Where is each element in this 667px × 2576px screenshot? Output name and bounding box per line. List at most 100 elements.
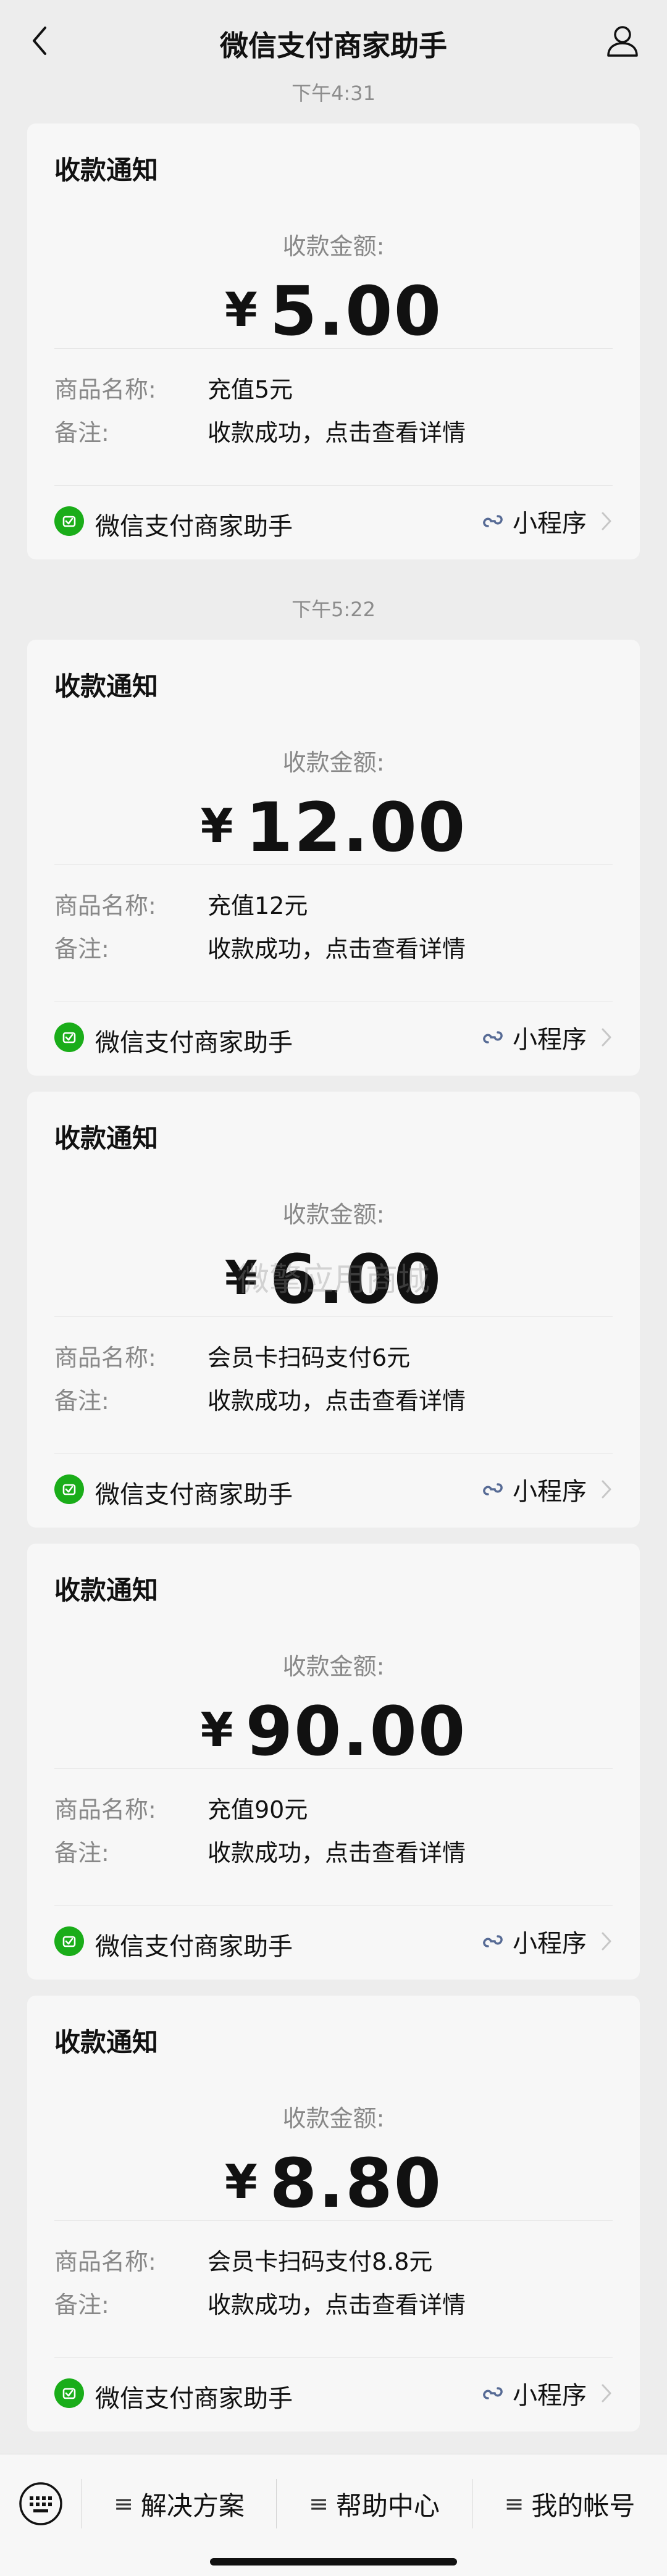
card-footer[interactable]: 微信支付商家助手 小程序 [27,1905,640,1980]
profile-button[interactable] [603,21,642,61]
detail-row-product: 商品名称: 充值12元 [54,887,613,924]
menu-item-solutions[interactable]: ≡ 解决方案 [82,2484,276,2524]
hamburger-icon: ≡ [309,2490,329,2517]
detail-row-remark: 备注: 收款成功，点击查看详情 [54,2286,613,2323]
detail-value: 充值90元 [208,1796,308,1823]
payment-notification-card[interactable]: 收款通知 收款金额: ¥6.00 商品名称: 会员卡扫码支付6元 备注: 收款成… [27,1092,640,1528]
mini-program-label: 小程序 [513,2382,587,2410]
merchant-name: 微信支付商家助手 [95,512,293,541]
merchant-name: 微信支付商家助手 [95,1481,293,1509]
amount-number: 8.80 [269,2144,443,2223]
mini-program-link-icon [483,2387,503,2399]
detail-key: 商品名称: [54,2248,156,2275]
amount-label: 收款金额: [282,2105,385,2132]
menu-item-label: 帮助中心 [335,2490,440,2521]
amount-number: 6.00 [269,1240,443,1319]
card-footer[interactable]: 微信支付商家助手 小程序 [27,1453,640,1528]
chevron-right-icon [602,1028,611,1047]
card-footer[interactable]: 微信支付商家助手 小程序 [27,1002,640,1076]
chevron-right-icon [602,1480,611,1499]
card-footer[interactable]: 微信支付商家助手 小程序 [27,485,640,559]
mini-program-link-icon [483,515,503,527]
amount-value: ¥90.00 [27,1692,640,1771]
top-nav-bar: 微信支付商家助手 [0,0,667,80]
detail-row-product: 商品名称: 会员卡扫码支付6元 [54,1339,613,1376]
detail-row-product: 商品名称: 充值90元 [54,1791,613,1828]
mini-program-link[interactable]: 小程序 [479,1472,613,1507]
wechat-pay-merchant-icon [54,1926,84,1956]
amount-value: ¥6.00 [27,1240,640,1319]
detail-key: 备注: [54,419,109,446]
detail-key: 商品名称: [54,892,156,919]
divider [54,1316,613,1317]
detail-value: 会员卡扫码支付6元 [208,1344,411,1371]
detail-key: 商品名称: [54,1796,156,1823]
divider [54,1768,613,1769]
mini-program-link[interactable]: 小程序 [479,504,613,538]
detail-key: 备注: [54,1387,109,1415]
payment-notification-card[interactable]: 收款通知 收款金额: ¥5.00 商品名称: 充值5元 备注: 收款成功，点击查… [27,123,640,559]
amount-label: 收款金额: [282,1201,385,1228]
keyboard-icon [19,2482,62,2525]
mini-program-link-icon [483,1935,503,1947]
person-icon [607,26,638,57]
message-timestamp: 下午5:22 [292,598,375,621]
keyboard-toggle-button[interactable] [12,2479,69,2528]
home-indicator [210,2558,457,2566]
hamburger-icon: ≡ [504,2490,524,2517]
card-footer[interactable]: 微信支付商家助手 小程序 [27,2357,640,2432]
currency-symbol: ¥ [200,1702,235,1757]
divider [54,348,613,349]
amount-number: 12.00 [245,788,467,867]
divider [54,2220,613,2221]
currency-symbol: ¥ [224,282,259,337]
mini-program-label: 小程序 [513,509,587,538]
currency-symbol: ¥ [224,2154,259,2209]
amount-value: ¥8.80 [27,2144,640,2223]
payment-notification-card[interactable]: 收款通知 收款金额: ¥8.80 商品名称: 会员卡扫码支付8.8元 备注: 收… [27,1996,640,2432]
detail-value: 收款成功，点击查看详情 [208,1839,466,1867]
mini-program-link[interactable]: 小程序 [479,1020,613,1055]
mini-program-label: 小程序 [513,1478,587,1506]
detail-key: 商品名称: [54,376,156,403]
detail-value: 收款成功，点击查看详情 [208,935,466,963]
wechat-pay-merchant-icon [54,2378,84,2408]
amount-number: 5.00 [269,272,443,351]
divider [54,864,613,865]
detail-value: 收款成功，点击查看详情 [208,419,466,446]
menu-item-help-center[interactable]: ≡ 帮助中心 [277,2484,472,2524]
detail-row-remark: 备注: 收款成功，点击查看详情 [54,414,613,451]
detail-row-remark: 备注: 收款成功，点击查看详情 [54,1834,613,1871]
card-title: 收款通知 [54,1123,159,1153]
detail-value: 充值5元 [208,376,293,403]
chevron-right-icon [602,512,611,530]
amount-label: 收款金额: [282,749,385,776]
mini-program-link[interactable]: 小程序 [479,1924,613,1959]
detail-key: 备注: [54,935,109,963]
merchant-name: 微信支付商家助手 [95,2385,293,2413]
payment-notification-card[interactable]: 收款通知 收款金额: ¥12.00 商品名称: 充值12元 备注: 收款成功，点… [27,640,640,1076]
amount-label: 收款金额: [282,233,385,260]
mini-program-link[interactable]: 小程序 [479,2376,613,2411]
chevron-right-icon [602,1932,611,1951]
amount-value: ¥12.00 [27,788,640,867]
card-title: 收款通知 [54,1575,159,1605]
merchant-name: 微信支付商家助手 [95,1029,293,1057]
detail-value: 充值12元 [208,892,308,919]
amount-number: 90.00 [245,1692,467,1771]
hamburger-icon: ≡ [114,2490,133,2517]
card-title: 收款通知 [54,671,159,701]
message-timestamp: 下午4:31 [292,82,375,105]
mini-program-link-icon [483,1031,503,1043]
amount-value: ¥5.00 [27,272,640,351]
detail-value: 收款成功，点击查看详情 [208,1387,466,1415]
menu-item-my-account[interactable]: ≡ 我的帐号 [472,2484,667,2524]
detail-row-product: 商品名称: 充值5元 [54,370,613,408]
bottom-menu-bar: ≡ 解决方案 ≡ 帮助中心 ≡ 我的帐号 [0,2454,667,2576]
payment-notification-card[interactable]: 收款通知 收款金额: ¥90.00 商品名称: 充值90元 备注: 收款成功，点… [27,1544,640,1980]
currency-symbol: ¥ [200,798,235,853]
page-title: 微信支付商家助手 [220,29,447,62]
detail-key: 备注: [54,2291,109,2319]
wechat-pay-merchant-icon [54,506,84,536]
currency-symbol: ¥ [224,1250,259,1305]
